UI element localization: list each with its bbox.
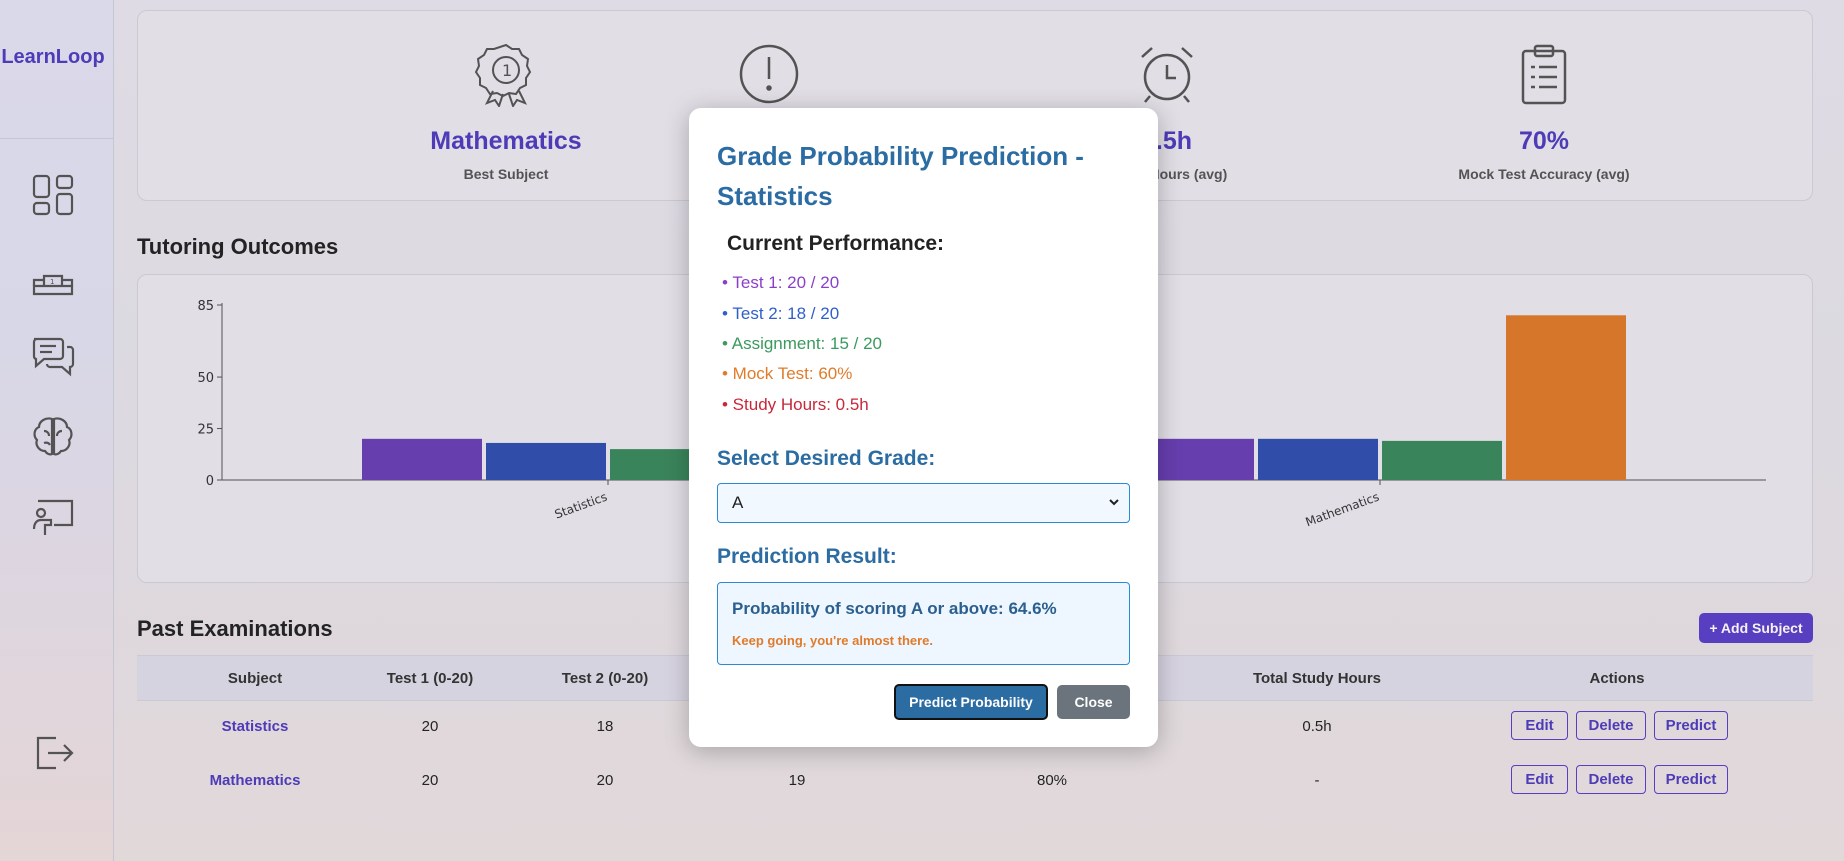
performance-item: • Mock Test: 60% [722,364,853,383]
chevron-down-icon [1107,484,1121,522]
close-button[interactable]: Close [1057,685,1130,719]
modal-title: Grade Probability Prediction - Statistic… [717,141,1084,211]
performance-item: • Assignment: 15 / 20 [722,334,882,353]
performance-item: • Study Hours: 0.5h [722,395,869,414]
performance-item: • Test 2: 18 / 20 [722,304,840,323]
predict-probability-button[interactable]: Predict Probability [894,684,1048,720]
result-note: Keep going, you're almost there. [732,633,934,648]
grade-select[interactable]: A [717,483,1130,523]
performance-item: • Test 1: 20 / 20 [722,273,840,292]
result-text: Probability of scoring A or above: 64.6% [732,599,1057,618]
performance-title: Current Performance: [727,232,945,255]
result-label: Prediction Result: [717,545,897,568]
grade-select-value: A [732,493,744,512]
prediction-modal: Grade Probability Prediction - Statistic… [689,108,1158,747]
grade-label: Select Desired Grade: [717,447,936,470]
result-box: Probability of scoring A or above: 64.6%… [717,582,1130,665]
